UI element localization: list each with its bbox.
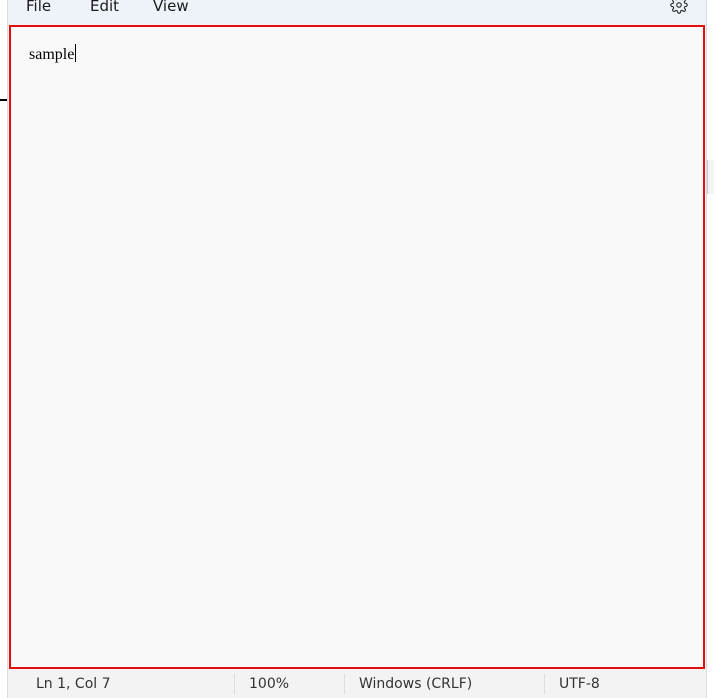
status-line-ending[interactable]: Windows (CRLF) [359,676,472,692]
menu-file[interactable]: File [26,0,51,15]
menu-bar: File Edit View [8,0,706,24]
status-zoom-level[interactable]: 100% [249,676,289,692]
background-window-scrollbar [707,160,714,194]
status-cursor-position: Ln 1, Col 7 [36,676,111,692]
menu-view[interactable]: View [153,0,189,15]
status-divider [544,674,545,694]
editor-content[interactable]: sample [29,44,77,65]
status-divider [344,674,345,694]
text-caret [75,44,77,62]
gear-icon [670,0,688,14]
text-editor-area[interactable]: sample [9,25,705,669]
status-bar: Ln 1, Col 7 100% Windows (CRLF) UTF-8 [8,672,706,698]
menu-edit[interactable]: Edit [90,0,119,15]
status-encoding[interactable]: UTF-8 [559,676,600,692]
editor-text: sample [29,46,75,63]
status-divider [234,674,235,694]
notepad-window: File Edit View sample Ln 1, Col 7 100% W… [7,0,707,698]
settings-button[interactable] [670,0,688,14]
